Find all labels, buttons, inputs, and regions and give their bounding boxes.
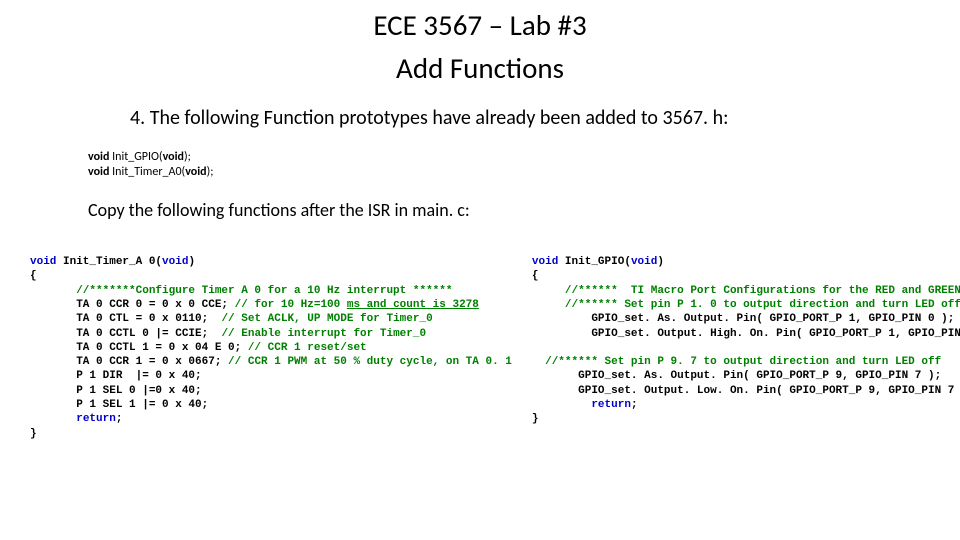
keyword-void: void [532,256,558,268]
prototype-line-1: void Init_GPIO(void); [88,150,930,166]
comment: // CCR 1 reset/set [241,342,366,354]
keyword-void: void [88,150,109,164]
comment: // CCR 1 PWM at 50 % duty cycle, on TA 0… [228,356,512,368]
prototype-line-2: void Init_Timer_A0(void); [88,165,930,181]
copy-instruction: Copy the following functions after the I… [88,199,930,221]
keyword-void: void [185,165,206,179]
page-subtitle: Add Functions [30,51,930,86]
slide: ECE 3567 – Lab #3 Add Functions 4. The f… [0,0,960,463]
code-columns: void Init_Timer_A 0(void) { //*******Con… [30,241,930,455]
comment: //****** TI Macro Port Configurations fo… [532,285,960,297]
comment: //****** Set pin P 1. 0 to output direct… [532,299,960,311]
prototype-block: void Init_GPIO(void); void Init_Timer_A0… [88,150,930,181]
keyword-void: void [162,256,188,268]
comment: // Enable interrupt for Timer_0 [221,328,426,340]
keyword-void: void [88,165,109,179]
keyword-return: return [591,399,631,411]
keyword-void: void [30,256,56,268]
keyword-return: return [76,413,116,425]
keyword-void: void [163,150,184,164]
page-title: ECE 3567 – Lab #3 [30,8,930,43]
comment-underline: ms and count is 3278 [347,299,479,311]
code-left: void Init_Timer_A 0(void) { //*******Con… [30,241,512,455]
comment: // for 10 Hz=100 [235,299,347,311]
code-right: void Init_GPIO(void) { //****** TI Macro… [532,241,960,455]
keyword-void: void [631,256,657,268]
item-4-text: 4. The following Function prototypes hav… [130,106,930,130]
comment: // Set ACLK, UP MODE for Timer_0 [221,313,432,325]
comment: //*******Configure Timer A 0 for a 10 Hz… [30,285,452,297]
comment: //****** Set pin P 9. 7 to output direct… [532,356,941,368]
